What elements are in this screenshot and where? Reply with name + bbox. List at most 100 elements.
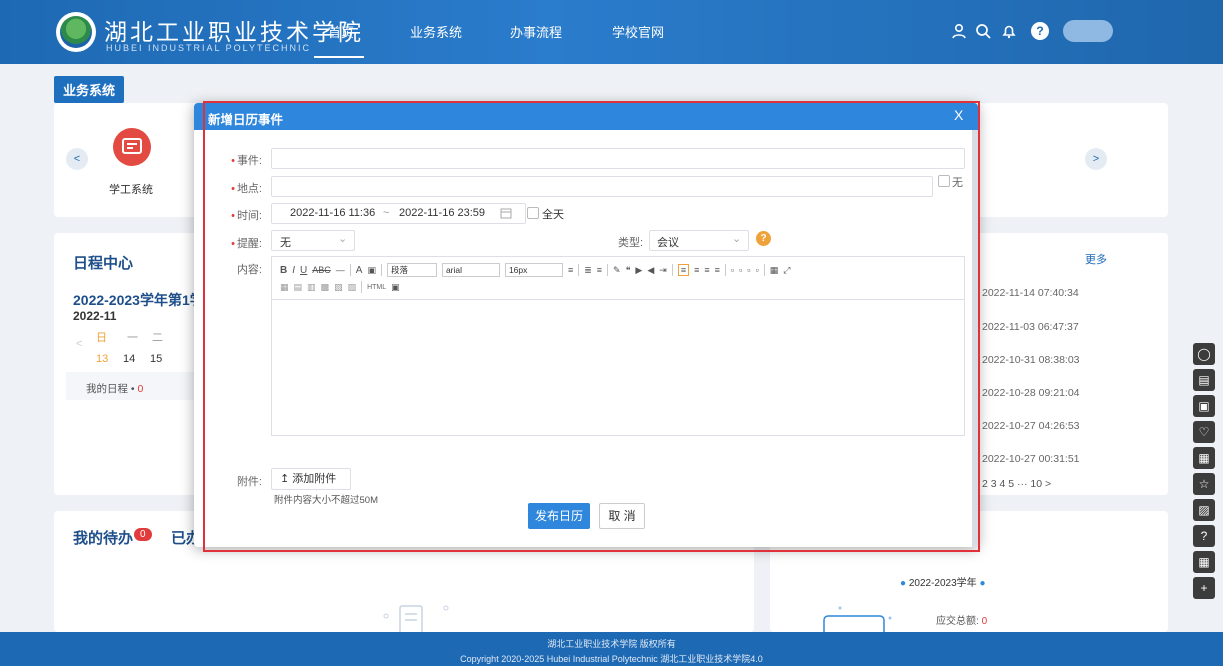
apps-prev-button[interactable]: < xyxy=(66,148,88,170)
table-icon[interactable]: ▦ xyxy=(770,265,779,276)
remind-value: 无 xyxy=(280,237,291,249)
font-color-button[interactable]: A xyxy=(356,265,363,276)
horizontal-rule-button[interactable]: — xyxy=(336,265,345,275)
help-circle-icon[interactable]: ? xyxy=(1193,525,1215,547)
more-link[interactable]: 更多 xyxy=(1085,251,1107,267)
report-icon[interactable]: ▦ xyxy=(1193,447,1215,469)
editor-content-area[interactable] xyxy=(271,299,965,435)
table-merge-icon[interactable]: ▩ xyxy=(321,282,330,293)
calendar-day[interactable]: 13 xyxy=(96,353,108,365)
year-switcher[interactable]: ● 2022-2023学年 ● xyxy=(900,574,985,589)
new-calendar-event-dialog: 新增日历事件 X • 事件: • 地点: 无 • 时间: 2022-11-16 11:… xyxy=(194,103,978,547)
ltr-icon[interactable]: ▶ xyxy=(635,265,642,276)
apps-next-button[interactable]: > xyxy=(1085,148,1107,170)
nav-school-site[interactable]: 学校官网 xyxy=(612,22,664,41)
nav-home[interactable]: 首页 xyxy=(328,22,354,41)
business-system-tab[interactable]: 业务系统 xyxy=(54,76,125,103)
school-name-en: HUBEI INDUSTRIAL POLYTECHNIC xyxy=(106,43,312,53)
footer: 湖北工业职业技术学院 版权所有 Copyright 2020-2025 Hube… xyxy=(0,632,1223,666)
font-size-select[interactable]: 16px xyxy=(504,263,563,277)
rtl-icon[interactable]: ◀ xyxy=(647,265,654,276)
nav-business[interactable]: 业务系统 xyxy=(410,22,462,41)
paragraph-select[interactable]: 段落 xyxy=(386,263,437,277)
table-insert-icon[interactable]: ▦ xyxy=(280,282,289,293)
range-separator: ~ xyxy=(383,207,390,219)
help-icon[interactable]: ? xyxy=(1031,22,1049,40)
italic-button[interactable]: I xyxy=(292,265,295,276)
strikethrough-button[interactable]: ABC xyxy=(312,265,331,275)
unordered-list-icon[interactable]: ≡ xyxy=(597,265,602,275)
background-color-icon[interactable]: ▣ xyxy=(367,265,376,276)
help-icon[interactable]: ? xyxy=(756,231,771,246)
calendar-title: 日程中心 xyxy=(73,255,134,272)
search-icon[interactable] xyxy=(974,22,992,40)
apps-grid-icon[interactable]: ▦ xyxy=(1193,551,1215,573)
upload-icon: ↥ xyxy=(280,473,290,485)
pagination[interactable]: 2 3 4 5 ··· 10 > xyxy=(982,478,1051,490)
user-icon[interactable] xyxy=(950,22,968,40)
image-center-icon[interactable]: ▫ xyxy=(755,265,758,275)
calendar-day[interactable]: 15 xyxy=(150,353,162,365)
calendar-icon[interactable] xyxy=(500,207,512,219)
html-source-button[interactable]: HTML xyxy=(367,284,386,291)
dialog-scrollbar[interactable] xyxy=(972,130,978,547)
document-icon[interactable]: ▤ xyxy=(1193,369,1215,391)
cancel-button[interactable]: 取 消 xyxy=(599,503,645,529)
calendar-day[interactable]: 14 xyxy=(123,353,135,365)
app-label[interactable]: 学工系统 xyxy=(109,181,153,197)
list-time: 2022-10-27 04:26:53 xyxy=(982,420,1080,432)
todo-title[interactable]: 我的待办 xyxy=(73,527,133,548)
remind-label: • 提醒: xyxy=(231,238,262,250)
print-icon[interactable]: ▨ xyxy=(1193,499,1215,521)
no-place-checkbox[interactable] xyxy=(938,175,950,187)
event-label: • 事件: xyxy=(231,155,262,167)
top-header: 湖北工业职业技术学院 HUBEI INDUSTRIAL POLYTECHNIC … xyxy=(0,0,1223,64)
format-brush-icon[interactable]: ✎ xyxy=(613,265,621,276)
line-height-icon[interactable]: ≡ xyxy=(568,265,573,275)
table-col-icon[interactable]: ▥ xyxy=(307,282,316,293)
align-right-icon[interactable]: ≡ xyxy=(704,265,709,275)
font-family-select[interactable]: arial xyxy=(441,263,500,277)
underline-button[interactable]: U xyxy=(300,265,307,276)
quote-icon[interactable]: ❝ xyxy=(626,265,631,276)
bold-button[interactable]: B xyxy=(280,265,287,276)
close-icon[interactable]: X xyxy=(954,107,963,123)
publish-calendar-button[interactable]: 发布日历 xyxy=(528,503,590,529)
star-icon[interactable]: ☆ xyxy=(1193,473,1215,495)
todo-badge: 0 xyxy=(134,528,152,541)
student-affairs-app-icon[interactable] xyxy=(113,128,151,166)
bell-icon[interactable] xyxy=(1000,22,1018,40)
table-delete-icon[interactable]: ▨ xyxy=(348,282,357,293)
weekday: 日 xyxy=(96,332,107,344)
user-icon[interactable]: ◯ xyxy=(1193,343,1215,365)
calendar-prev-icon[interactable]: < xyxy=(76,338,82,350)
table-row-icon[interactable]: ▤ xyxy=(294,282,303,293)
place-input[interactable] xyxy=(271,176,933,197)
add-attachment-button[interactable]: ↥ 添加附件 xyxy=(271,468,351,490)
shirt-icon[interactable]: ▣ xyxy=(1193,395,1215,417)
school-logo[interactable] xyxy=(56,12,96,52)
nav-process[interactable]: 办事流程 xyxy=(510,22,562,41)
indent-icon[interactable]: ⇥ xyxy=(659,265,667,276)
event-input[interactable] xyxy=(271,148,965,169)
insert-image-icon[interactable]: ▣ xyxy=(391,282,400,293)
align-left-icon[interactable]: ≡ xyxy=(677,264,690,276)
calendar-month: 2022-11 xyxy=(73,309,117,323)
image-float-icon[interactable]: ▫ xyxy=(731,265,734,275)
all-day-label: 全天 xyxy=(542,209,564,221)
start-time: 2022-11-16 11:36 xyxy=(290,207,376,219)
align-center-icon[interactable]: ≡ xyxy=(694,265,699,275)
type-label: 类型: xyxy=(618,237,644,249)
ordered-list-icon[interactable]: ≣ xyxy=(584,265,592,276)
weekday: 一 xyxy=(127,332,138,344)
table-split-icon[interactable]: ▧ xyxy=(334,282,343,293)
dialog-title: 新增日历事件 xyxy=(208,113,284,127)
plus-icon[interactable]: + xyxy=(1193,577,1215,599)
image-left-icon[interactable]: ▫ xyxy=(739,265,742,275)
all-day-checkbox[interactable] xyxy=(527,207,539,219)
align-justify-icon[interactable]: ≡ xyxy=(715,265,720,275)
avatar[interactable] xyxy=(1063,20,1113,42)
heart-icon[interactable]: ♡ xyxy=(1193,421,1215,443)
image-right-icon[interactable]: ▫ xyxy=(747,265,750,275)
fullscreen-icon[interactable]: ⤢ xyxy=(783,265,790,276)
